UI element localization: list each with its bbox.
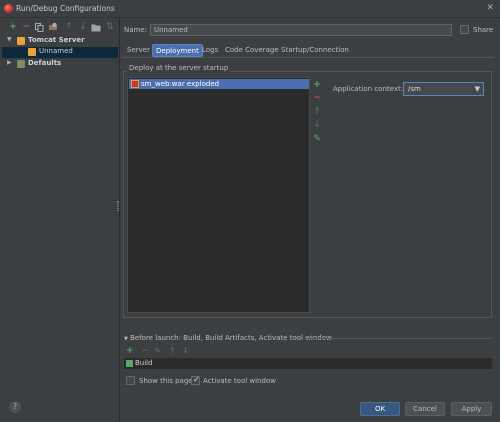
build-icon [126, 360, 133, 367]
add-icon[interactable]: + [8, 22, 18, 32]
tree-item-label: Unnamed [39, 47, 73, 55]
defaults-icon [17, 60, 25, 68]
move-down-icon[interactable]: ↓ [182, 346, 189, 355]
tab-logs[interactable]: Logs [199, 44, 221, 57]
chevron-down-icon[interactable]: ▼ [475, 83, 480, 95]
tree-item-defaults[interactable]: ▶ Defaults [2, 59, 118, 70]
expand-arrow-icon[interactable]: ▶ [7, 59, 12, 66]
deploy-group-title: Deploy at the server startup [127, 64, 231, 72]
show-page-checkbox[interactable] [126, 376, 135, 385]
app-context-label: Application context: [333, 85, 404, 93]
share-checkbox[interactable] [460, 25, 469, 34]
window-title: Run/Debug Configurations [16, 4, 115, 13]
show-page-label: Show this page [139, 377, 193, 385]
activate-tool-window-label: Activate tool window [203, 377, 276, 385]
add-task-icon[interactable]: + [126, 346, 134, 356]
ok-button[interactable]: OK [360, 402, 400, 416]
settings-icon[interactable] [48, 22, 58, 32]
edit-icon[interactable]: ✎ [312, 134, 322, 144]
task-label: Build [135, 359, 153, 367]
tab-startup-connection[interactable]: Startup/Connection [278, 44, 352, 57]
remove-task-icon[interactable]: − [141, 346, 149, 356]
tree-item-label: Defaults [28, 59, 62, 67]
edit-task-icon[interactable]: ✎ [154, 346, 161, 355]
title-bar: Run/Debug Configurations ✕ [0, 0, 500, 18]
folder-icon[interactable] [91, 22, 101, 32]
move-up-icon[interactable]: ↑ [312, 107, 322, 117]
help-button[interactable]: ? [9, 401, 21, 413]
tab-server[interactable]: Server [124, 44, 153, 57]
checkmark-icon: ✓ [193, 375, 200, 384]
sort-icon[interactable]: ⇅ [105, 22, 115, 32]
remove-icon[interactable]: − [21, 22, 31, 32]
share-label: Share [473, 26, 494, 34]
name-input[interactable]: Unnamed [150, 24, 452, 36]
copy-icon[interactable] [34, 22, 44, 32]
add-artifact-icon[interactable]: + [312, 80, 322, 90]
app-context-value: /sm [408, 85, 421, 93]
apply-button[interactable]: Apply [451, 402, 492, 416]
before-launch-divider [302, 338, 492, 339]
collapse-arrow-icon[interactable]: ▼ [124, 336, 128, 342]
activate-tool-window-checkbox[interactable]: ✓ [191, 375, 200, 385]
expand-arrow-icon[interactable]: ▼ [7, 36, 12, 43]
tree-item-tomcat-server[interactable]: ▼ Tomcat Server [2, 36, 118, 47]
tree-item-label: Tomcat Server [28, 36, 85, 44]
move-down-icon[interactable]: ↓ [78, 22, 88, 32]
tomcat-icon [17, 37, 25, 45]
tab-deployment[interactable]: Deployment [152, 44, 203, 57]
app-context-select[interactable]: /sm ▼ [403, 82, 484, 96]
divider [119, 18, 120, 422]
artifact-icon [131, 80, 139, 88]
tomcat-icon [28, 48, 36, 56]
app-icon [4, 4, 13, 13]
name-label: Name: [124, 26, 148, 34]
remove-artifact-icon[interactable]: − [312, 93, 322, 103]
tab-divider [122, 57, 494, 58]
close-icon[interactable]: ✕ [486, 3, 494, 13]
cancel-button[interactable]: Cancel [405, 402, 445, 416]
tab-code-coverage[interactable]: Code Coverage [222, 44, 282, 57]
config-tree: ▼ Tomcat Server Unnamed ▶ Defaults [2, 34, 118, 418]
task-row-build[interactable]: Build [124, 358, 492, 369]
before-launch-header[interactable]: ▼ Before launch: Build, Build Artifacts,… [124, 334, 332, 342]
tree-item-unnamed[interactable]: Unnamed [2, 47, 118, 58]
move-down-icon[interactable]: ↓ [312, 120, 322, 130]
artifact-item[interactable]: sm_web:war exploded [129, 79, 309, 89]
move-up-icon[interactable]: ↑ [169, 346, 176, 355]
artifact-list[interactable]: sm_web:war exploded [127, 77, 310, 313]
move-up-icon[interactable]: ↑ [64, 22, 74, 32]
artifact-label: sm_web:war exploded [141, 80, 220, 88]
